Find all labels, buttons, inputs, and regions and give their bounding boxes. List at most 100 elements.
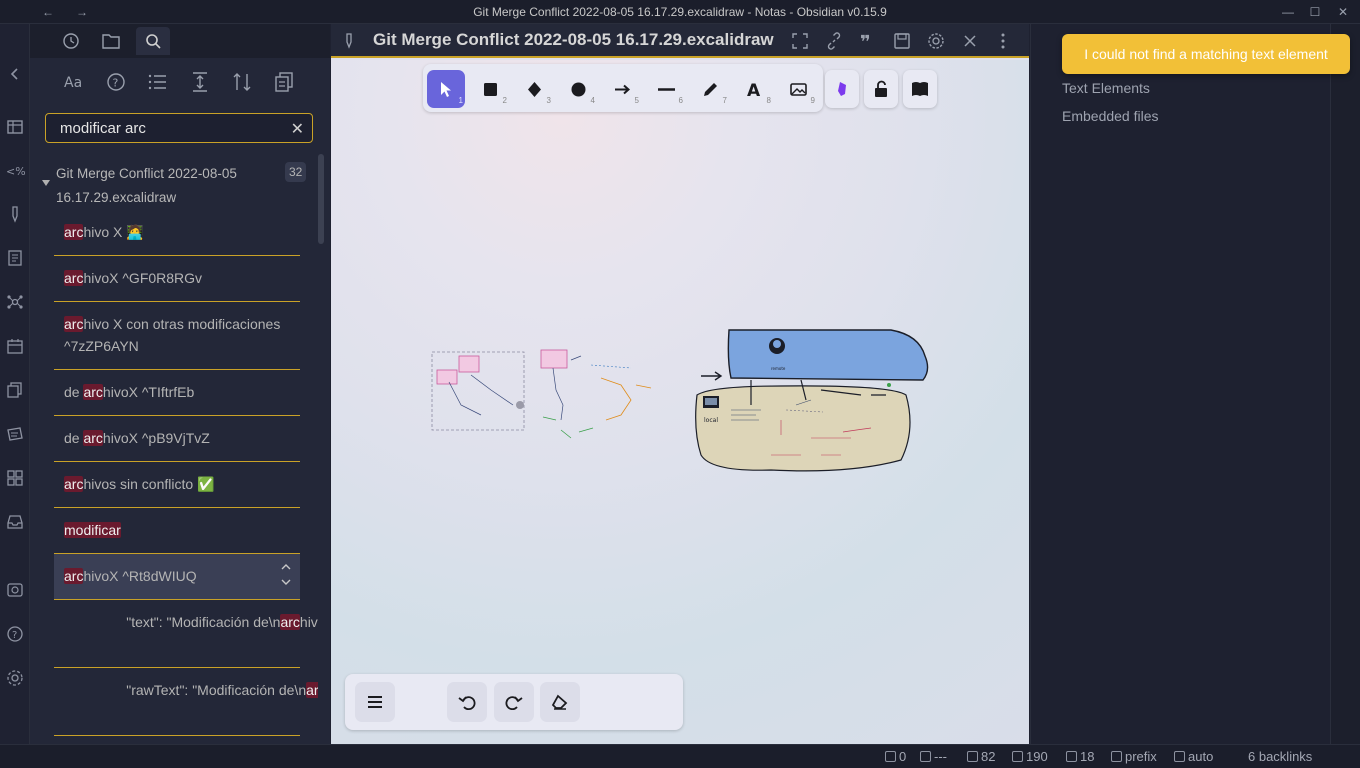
undo-button[interactable] <box>447 682 487 722</box>
backlinks-label: 6 backlinks <box>1248 749 1313 764</box>
clear-search-icon[interactable]: ✕ <box>291 119 304 139</box>
more-options-icon[interactable] <box>994 32 1012 50</box>
match-text: de <box>64 384 84 400</box>
bottom-toolbar <box>345 674 683 730</box>
tab-files[interactable] <box>94 27 128 55</box>
explain-query-icon[interactable]: ? <box>103 69 129 95</box>
search-match-item[interactable]: archivoX ^GF0R8RGv <box>54 256 300 302</box>
search-match-item[interactable]: de archivoX ^TIftrfEb <box>54 370 300 416</box>
match-text: hivo X 🧑‍💻 <box>83 224 144 240</box>
maximize-button[interactable]: ☐ <box>1307 4 1323 20</box>
search-match-item[interactable]: "rawText": "Modificación de\narchivoX", <box>54 668 318 736</box>
script-engine-icon[interactable] <box>927 32 945 50</box>
chevron-down-icon[interactable] <box>280 578 292 586</box>
redo-button[interactable] <box>494 682 534 722</box>
quote-icon[interactable]: ❞ <box>859 32 877 50</box>
close-view-icon[interactable] <box>961 32 979 50</box>
search-match-item[interactable]: modificar <box>54 508 300 554</box>
search-match-item[interactable]: "text": "Modificación de\narchivoX", <box>54 600 318 668</box>
fullscreen-icon[interactable] <box>791 32 809 50</box>
copy-icon[interactable] <box>5 380 25 400</box>
match-highlight: arc <box>64 270 84 286</box>
sidebar-scrollbar[interactable] <box>318 154 324 244</box>
graph-icon[interactable] <box>5 292 25 312</box>
sidebar-tab-bar <box>30 24 330 58</box>
view-title[interactable]: Git Merge Conflict 2022-08-05 16.17.29.e… <box>373 30 774 50</box>
excalidraw-icon[interactable] <box>5 204 25 224</box>
tab-search[interactable] <box>136 27 170 55</box>
help-icon[interactable]: ? <box>5 624 25 644</box>
inbox-icon[interactable] <box>5 512 25 532</box>
match-text: "text": "Modificación de\n <box>64 614 281 630</box>
notification-toast[interactable]: I could not find a matching text element <box>1062 34 1350 74</box>
collapse-sidebar-icon[interactable] <box>5 64 25 84</box>
search-input[interactable] <box>60 120 280 137</box>
right-ribbon <box>1330 24 1360 744</box>
match-text: "rawText": "Modificación de\n <box>64 682 307 698</box>
tab-recent[interactable] <box>54 27 88 55</box>
match-highlight: arc <box>64 476 84 492</box>
status-item-1[interactable]: --- <box>920 749 947 764</box>
excalidraw-canvas[interactable]: 1234567A89 local remote <box>331 60 1029 744</box>
status-item-backlinks[interactable]: 6 backlinks <box>1248 749 1312 764</box>
chevron-up-icon[interactable] <box>280 562 292 570</box>
diagram-left-group[interactable] <box>431 349 652 439</box>
match-highlight: modificar <box>64 522 121 538</box>
search-box: ✕ <box>45 113 313 143</box>
calendar-icon[interactable] <box>5 336 25 356</box>
search-match-item[interactable]: de archivoX ^pB9VjTvZ <box>54 416 300 462</box>
status-item-0[interactable]: 0 <box>885 749 906 764</box>
search-match-item[interactable]: archivo X 🧑‍💻 <box>54 210 300 256</box>
template-icon[interactable]: <% <box>5 161 25 181</box>
result-file-header[interactable]: Git Merge Conflict 2022-08-05 16.17.29.e… <box>30 158 318 208</box>
folder-icon <box>102 34 120 49</box>
match-text: hivo X con otras modificaciones ^7zZP6AY… <box>64 316 281 354</box>
search-match-item[interactable]: archivo X con otras modificaciones ^7zZP… <box>54 302 300 370</box>
match-highlight: arc <box>64 568 84 584</box>
prefix-icon <box>1111 751 1122 762</box>
outline-item-embedded-files[interactable]: Embedded files <box>1062 108 1159 124</box>
expand-vertical-icon[interactable] <box>187 69 213 95</box>
vault-icon[interactable] <box>5 580 25 600</box>
svg-text:Aa: Aa <box>64 75 82 91</box>
status-label: 190 <box>1026 749 1048 764</box>
eraser-button[interactable] <box>540 682 580 722</box>
status-item-6[interactable]: auto <box>1174 749 1213 764</box>
title-bar: ← → Git Merge Conflict 2022-08-05 16.17.… <box>0 0 1360 24</box>
slides-icon[interactable] <box>5 424 25 444</box>
collapse-arrow-icon[interactable] <box>42 180 50 186</box>
status-label: auto <box>1188 749 1214 764</box>
plugins-icon[interactable] <box>5 468 25 488</box>
excalidraw-view-icon[interactable] <box>340 32 358 50</box>
result-file-title[interactable]: Git Merge Conflict 2022-08-05 16.17.29.e… <box>56 162 266 210</box>
status-item-5[interactable]: prefix <box>1111 749 1157 764</box>
copy-results-icon[interactable] <box>271 69 297 95</box>
diagram-right-group[interactable]: local remote <box>695 329 929 472</box>
link-icon[interactable] <box>825 32 843 50</box>
match-highlight: arc <box>306 682 318 698</box>
status-item-2[interactable]: 82 <box>967 749 995 764</box>
table-icon[interactable] <box>5 117 25 137</box>
match-text: hivoX", <box>299 614 318 630</box>
outline-item-text-elements[interactable]: Text Elements <box>1062 80 1150 96</box>
main-menu-button[interactable] <box>355 682 395 722</box>
status-label: 82 <box>981 749 996 764</box>
search-match-item[interactable]: archivos sin conflicto ✅ <box>54 462 300 508</box>
list-icon[interactable] <box>145 69 171 95</box>
close-window-button[interactable]: ✕ <box>1335 4 1351 20</box>
status-item-4[interactable]: 18 <box>1066 749 1094 764</box>
minimize-button[interactable]: — <box>1280 4 1296 20</box>
document-icon[interactable] <box>5 248 25 268</box>
settings-icon[interactable] <box>5 668 25 688</box>
links-icon <box>1066 751 1077 762</box>
save-icon[interactable] <box>893 32 911 50</box>
file-icon <box>885 751 896 762</box>
chars-icon <box>1012 751 1023 762</box>
sort-icon[interactable] <box>229 69 255 95</box>
status-label: 18 <box>1080 749 1095 764</box>
svg-text:<%: <% <box>6 165 25 178</box>
left-sidebar: Aa ? ✕ Git Merge Conflict 2022-08-05 16.… <box>30 24 330 744</box>
search-match-item[interactable]: archivoX ^Rt8dWIUQ <box>54 554 300 600</box>
match-case-icon[interactable]: Aa <box>61 69 87 95</box>
status-item-3[interactable]: 190 <box>1012 749 1048 764</box>
